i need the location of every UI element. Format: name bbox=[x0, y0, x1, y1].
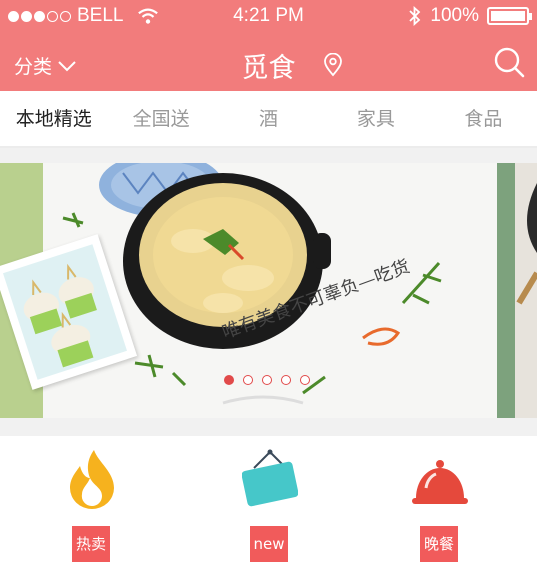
hot-sale-badge: 热卖 bbox=[72, 526, 110, 562]
dinner-badge: 晚餐 bbox=[420, 526, 458, 562]
quick-categories: 热卖 new 晚餐 bbox=[0, 436, 537, 577]
new-badge: new bbox=[250, 526, 288, 562]
tab-liquor[interactable]: 酒 bbox=[215, 91, 322, 146]
section-divider bbox=[0, 418, 537, 436]
section-divider bbox=[0, 148, 537, 163]
tab-local-picks[interactable]: 本地精选 bbox=[0, 91, 107, 146]
tab-food[interactable]: 食品 bbox=[430, 91, 537, 146]
tab-furniture[interactable]: 家具 bbox=[322, 91, 429, 146]
location-pin-icon[interactable] bbox=[322, 53, 344, 77]
banner-right-edge bbox=[497, 163, 515, 418]
pager-dot[interactable] bbox=[281, 375, 291, 385]
search-icon[interactable] bbox=[493, 46, 525, 78]
new-entry[interactable]: new bbox=[220, 436, 320, 577]
next-slide-peek bbox=[515, 163, 537, 418]
cloche-icon bbox=[412, 460, 468, 504]
banner-pager bbox=[224, 375, 310, 385]
pager-dot[interactable] bbox=[262, 375, 272, 385]
flame-icon bbox=[70, 450, 114, 509]
status-bar: BELL 4:21 PM 100% bbox=[0, 0, 537, 32]
nav-bar: 分类 觅食 bbox=[0, 32, 537, 91]
status-right: 100% bbox=[408, 5, 532, 27]
pager-dot[interactable] bbox=[224, 375, 234, 385]
sign-icon bbox=[242, 449, 298, 507]
battery-label: 100% bbox=[430, 5, 479, 26]
next-slide-image bbox=[516, 183, 537, 305]
page-title: 觅食 bbox=[241, 53, 296, 84]
hot-sale-entry[interactable]: 热卖 bbox=[42, 436, 142, 577]
category-tabs: 本地精选 全国送 酒 家具 食品 bbox=[0, 91, 537, 148]
battery-icon bbox=[487, 7, 532, 25]
pager-dot[interactable] bbox=[300, 375, 310, 385]
tab-nationwide[interactable]: 全国送 bbox=[107, 91, 214, 146]
pager-dot[interactable] bbox=[243, 375, 253, 385]
bluetooth-icon bbox=[409, 6, 421, 26]
dinner-entry[interactable]: 晚餐 bbox=[390, 436, 490, 577]
